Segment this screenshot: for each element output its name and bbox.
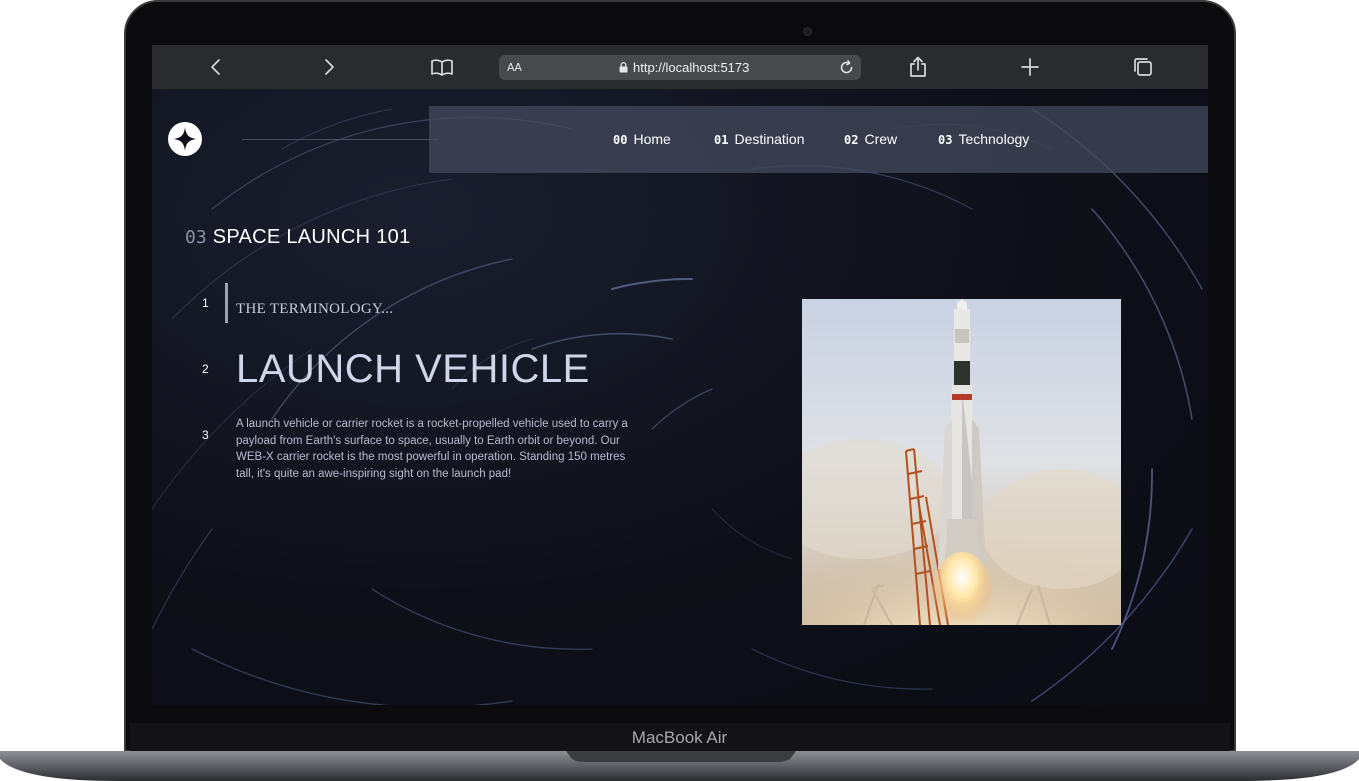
plus-icon [1021,58,1039,76]
forward-button[interactable] [317,55,341,79]
laptop-base [0,751,1359,781]
screen: AA http://localhost:5173 00 Home 01 Dest… [152,45,1208,705]
section-title-text: SPACE LAUNCH 101 [212,226,411,248]
reload-icon[interactable] [838,59,855,76]
bookmarks-button[interactable] [430,55,454,79]
vehicle-description: A launch vehicle or carrier rocket is a … [236,418,628,480]
step-1-button[interactable]: 1 [202,296,209,310]
section-number: 03 [185,227,207,248]
step-3-button[interactable]: 3 [202,428,209,442]
chevron-right-icon [325,59,334,75]
web-page: 00 Home 01 Destination 02 Crew 03 Technology… [152,89,1208,705]
nav-item-label: Destination [734,131,805,147]
tabs-overview-button[interactable] [1131,55,1155,79]
reader-aa-button[interactable]: AA [507,61,522,74]
nav-item-number: 03 [938,133,953,147]
nav-divider-line [242,139,438,140]
vehicle-title: LAUNCH VEHICLE [236,347,590,391]
nav-item-label: Technology [958,131,1030,147]
main-navbar: 00 Home 01 Destination 02 Crew 03 Technology [429,106,1208,173]
nav-item-number: 01 [714,133,729,147]
share-icon [910,56,926,77]
nav-item-number: 00 [613,133,628,147]
star-logo-icon [173,127,197,151]
nav-item-label: Home [633,131,671,147]
lock-icon [619,62,628,73]
page-title: 03 SPACE LAUNCH 101 [185,226,411,249]
tabs-icon [1134,58,1152,76]
launch-vehicle-image [802,299,1121,625]
step-2-button[interactable]: 2 [202,362,209,376]
share-button[interactable] [906,55,930,79]
address-bar[interactable]: AA http://localhost:5173 [499,55,861,80]
nav-item-label: Crew [864,131,898,147]
nav-item-number: 02 [844,133,859,147]
active-step-indicator [225,283,228,323]
nav-item-crew[interactable]: 02 Crew [844,131,897,147]
nav-item-home[interactable]: 00 Home [613,131,671,147]
new-tab-button[interactable] [1018,55,1042,79]
back-button[interactable] [204,55,228,79]
brand-logo[interactable] [168,122,202,156]
terminology-label: THE TERMINOLOGY... [236,301,394,317]
browser-toolbar: AA http://localhost:5173 [152,45,1208,90]
url-text: http://localhost:5173 [633,60,750,75]
camera-icon [803,27,812,36]
nav-item-technology[interactable]: 03 Technology [938,131,1029,147]
nav-item-destination[interactable]: 01 Destination [714,131,805,147]
chevron-left-icon [211,59,220,75]
device-label: MacBook Air [631,728,728,747]
book-icon [431,59,453,76]
